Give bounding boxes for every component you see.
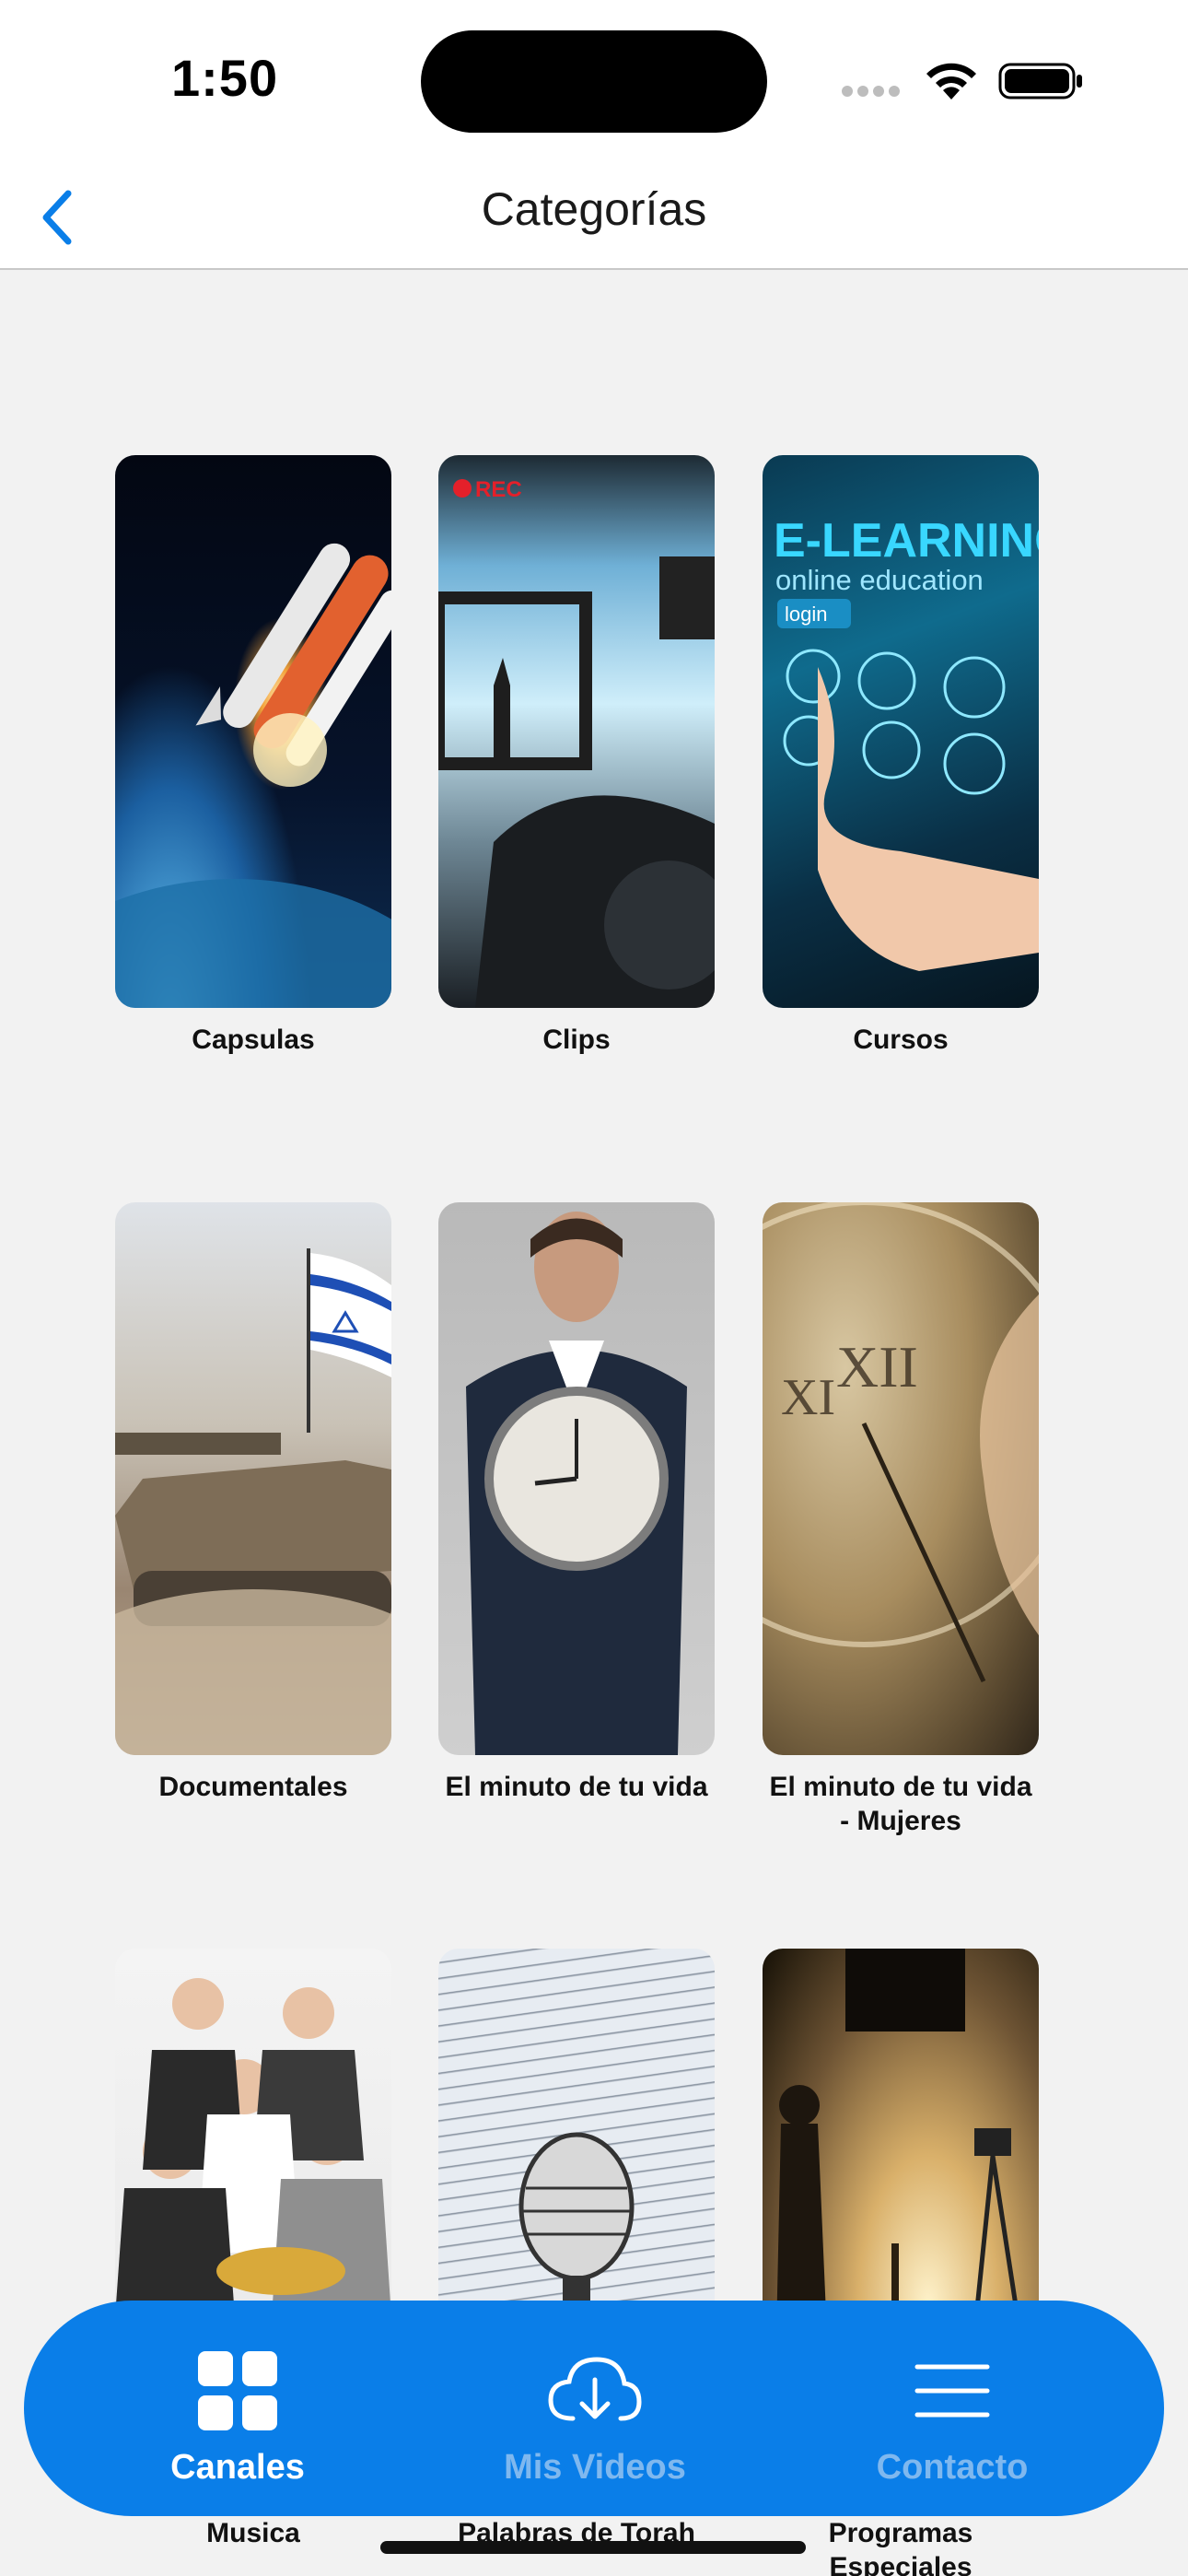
man-with-clock-image (466, 1212, 687, 1755)
rocket-image (115, 543, 391, 1008)
category-grid: Capsulas REC Clips E-LEARNING online edu… (0, 270, 1188, 2576)
category-label: Musica (206, 2518, 300, 2548)
category-thumbnail[interactable]: XII XI (763, 1202, 1039, 1755)
status-time: 1:50 (171, 49, 279, 107)
category-label: Cursos (853, 1025, 949, 1055)
tab-contacto[interactable]: Contacto (796, 2301, 1109, 2516)
tank-image (115, 1248, 391, 1755)
svg-text:XI: XI (781, 1369, 835, 1426)
category-documentales[interactable]: Documentales (115, 1202, 391, 1804)
dynamic-island (421, 30, 767, 133)
page-title: Categorías (481, 183, 707, 235)
tab-label: Mis Videos (504, 2448, 686, 2487)
camera-image: REC (438, 477, 715, 1008)
category-cursos[interactable]: E-LEARNING online education login Cursos (763, 455, 1039, 1057)
rec-badge: REC (475, 477, 522, 502)
elearning-image: E-LEARNING online education login (774, 514, 1039, 971)
tab-label: Canales (170, 2448, 305, 2487)
status-bar: 1:50 (0, 0, 1188, 166)
category-el-minuto-de-tu-vida-mujeres[interactable]: XII XI El minuto de tu vida - Mujeres (763, 1202, 1039, 1838)
svg-text:XII: XII (836, 1334, 918, 1399)
tab-label: Contacto (876, 2448, 1029, 2487)
category-label: Capsulas (192, 1025, 315, 1055)
woman-with-clock-image: XII XI (763, 1202, 1039, 1683)
cloud-download-icon (540, 2345, 650, 2437)
category-thumbnail[interactable]: REC (438, 455, 715, 1008)
elearning-title: E-LEARNING (774, 514, 1039, 568)
tab-mis-videos[interactable]: Mis Videos (438, 2301, 751, 2516)
battery-icon (998, 63, 1082, 100)
category-thumbnail[interactable] (438, 1202, 715, 1755)
tab-canales[interactable]: Canales (81, 2301, 394, 2516)
navigation-bar: Categorías (0, 166, 1188, 270)
elearning-login: login (785, 603, 827, 626)
category-label: Documentales (158, 1772, 348, 1802)
home-indicator[interactable] (380, 2541, 806, 2554)
category-clips[interactable]: REC Clips (438, 455, 715, 1057)
tab-bar: Canales Mis Videos Contacto (24, 2301, 1164, 2516)
category-thumbnail[interactable] (115, 455, 391, 1008)
category-thumbnail[interactable] (115, 1202, 391, 1755)
category-capsulas[interactable]: Capsulas (115, 455, 391, 1057)
category-thumbnail[interactable]: E-LEARNING online education login (763, 455, 1039, 1008)
grid-icon (182, 2345, 293, 2437)
category-label: Clips (542, 1025, 611, 1055)
category-label: El minuto de tu vida - Mujeres (769, 1772, 1032, 1836)
cellular-signal-icon (842, 85, 904, 101)
category-label: El minuto de tu vida (445, 1772, 708, 1802)
wifi-icon (926, 63, 976, 100)
category-el-minuto-de-tu-vida[interactable]: El minuto de tu vida (438, 1202, 715, 1804)
elearning-subtitle: online education (775, 564, 984, 596)
menu-icon (897, 2345, 1007, 2437)
